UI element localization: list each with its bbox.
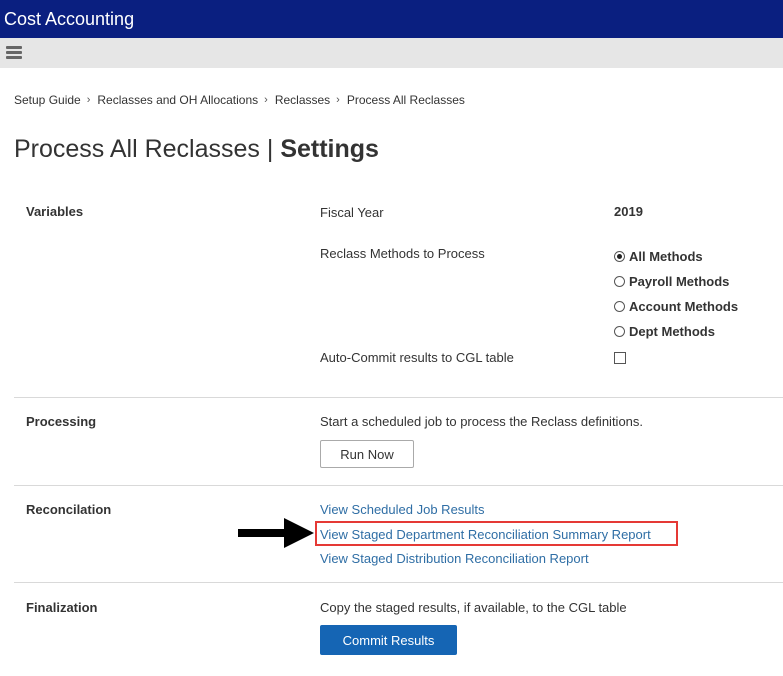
chevron-right-icon: › [86, 94, 91, 106]
fiscal-year-label: Fiscal Year [320, 205, 384, 220]
variables-section-label: Variables [26, 204, 84, 219]
reclass-methods-label: Reclass Methods to Process [320, 246, 485, 261]
commit-results-button[interactable]: Commit Results [320, 625, 457, 655]
chevron-right-icon: › [264, 94, 268, 106]
reconciliation-section-label: Reconcilation [26, 502, 112, 517]
hamburger-menu-icon[interactable] [6, 46, 22, 60]
section-divider [14, 582, 783, 583]
radio-dept-methods[interactable]: Dept Methods [614, 324, 715, 339]
view-distribution-reconciliation-link[interactable]: View Staged Distribution Reconciliation … [320, 551, 589, 566]
section-divider [14, 485, 783, 486]
radio-unchecked-icon[interactable] [614, 301, 625, 312]
page-title-main: Process All Reclasses | [14, 135, 281, 163]
breadcrumb-process-all-reclasses: Process All Reclasses [346, 93, 465, 107]
menu-bar [0, 38, 783, 68]
fiscal-year-value: 2019 [614, 204, 643, 219]
processing-section-label: Processing [26, 414, 97, 429]
processing-description: Start a scheduled job to process the Rec… [320, 414, 644, 429]
radio-account-methods-label: Account Methods [629, 299, 739, 314]
breadcrumb-setup-guide[interactable]: Setup Guide [14, 93, 81, 107]
finalization-description: Copy the staged results, if available, t… [320, 600, 627, 615]
radio-unchecked-icon[interactable] [614, 326, 625, 337]
page-title-settings: Settings [280, 135, 379, 163]
view-scheduled-job-results-link[interactable]: View Scheduled Job Results [320, 502, 485, 517]
radio-unchecked-icon[interactable] [614, 276, 625, 287]
radio-account-methods[interactable]: Account Methods [614, 299, 738, 314]
radio-dept-methods-label: Dept Methods [629, 324, 715, 339]
page-title: Process All Reclasses | Settings [14, 134, 379, 164]
section-divider [14, 397, 783, 398]
view-dept-reconciliation-summary-link[interactable]: View Staged Department Reconciliation Su… [320, 527, 651, 542]
radio-checked-icon[interactable] [614, 251, 625, 262]
auto-commit-label: Auto-Commit results to CGL table [320, 350, 514, 365]
breadcrumb: Setup Guide › Reclasses and OH Allocatio… [14, 93, 465, 107]
radio-all-methods-label: All Methods [629, 249, 703, 264]
app-title: Cost Accounting [4, 9, 135, 29]
breadcrumb-reclasses-oh-allocations[interactable]: Reclasses and OH Allocations [97, 93, 258, 107]
breadcrumb-reclasses[interactable]: Reclasses [275, 93, 330, 107]
radio-payroll-methods[interactable]: Payroll Methods [614, 274, 729, 289]
radio-payroll-methods-label: Payroll Methods [629, 274, 730, 289]
arrow-right-icon [238, 518, 314, 548]
finalization-section-label: Finalization [26, 600, 98, 615]
run-now-button[interactable]: Run Now [320, 440, 414, 468]
chevron-right-icon: › [336, 94, 340, 106]
app-header: Cost Accounting [0, 0, 783, 38]
radio-all-methods[interactable]: All Methods [614, 249, 703, 264]
auto-commit-checkbox[interactable] [614, 352, 626, 364]
